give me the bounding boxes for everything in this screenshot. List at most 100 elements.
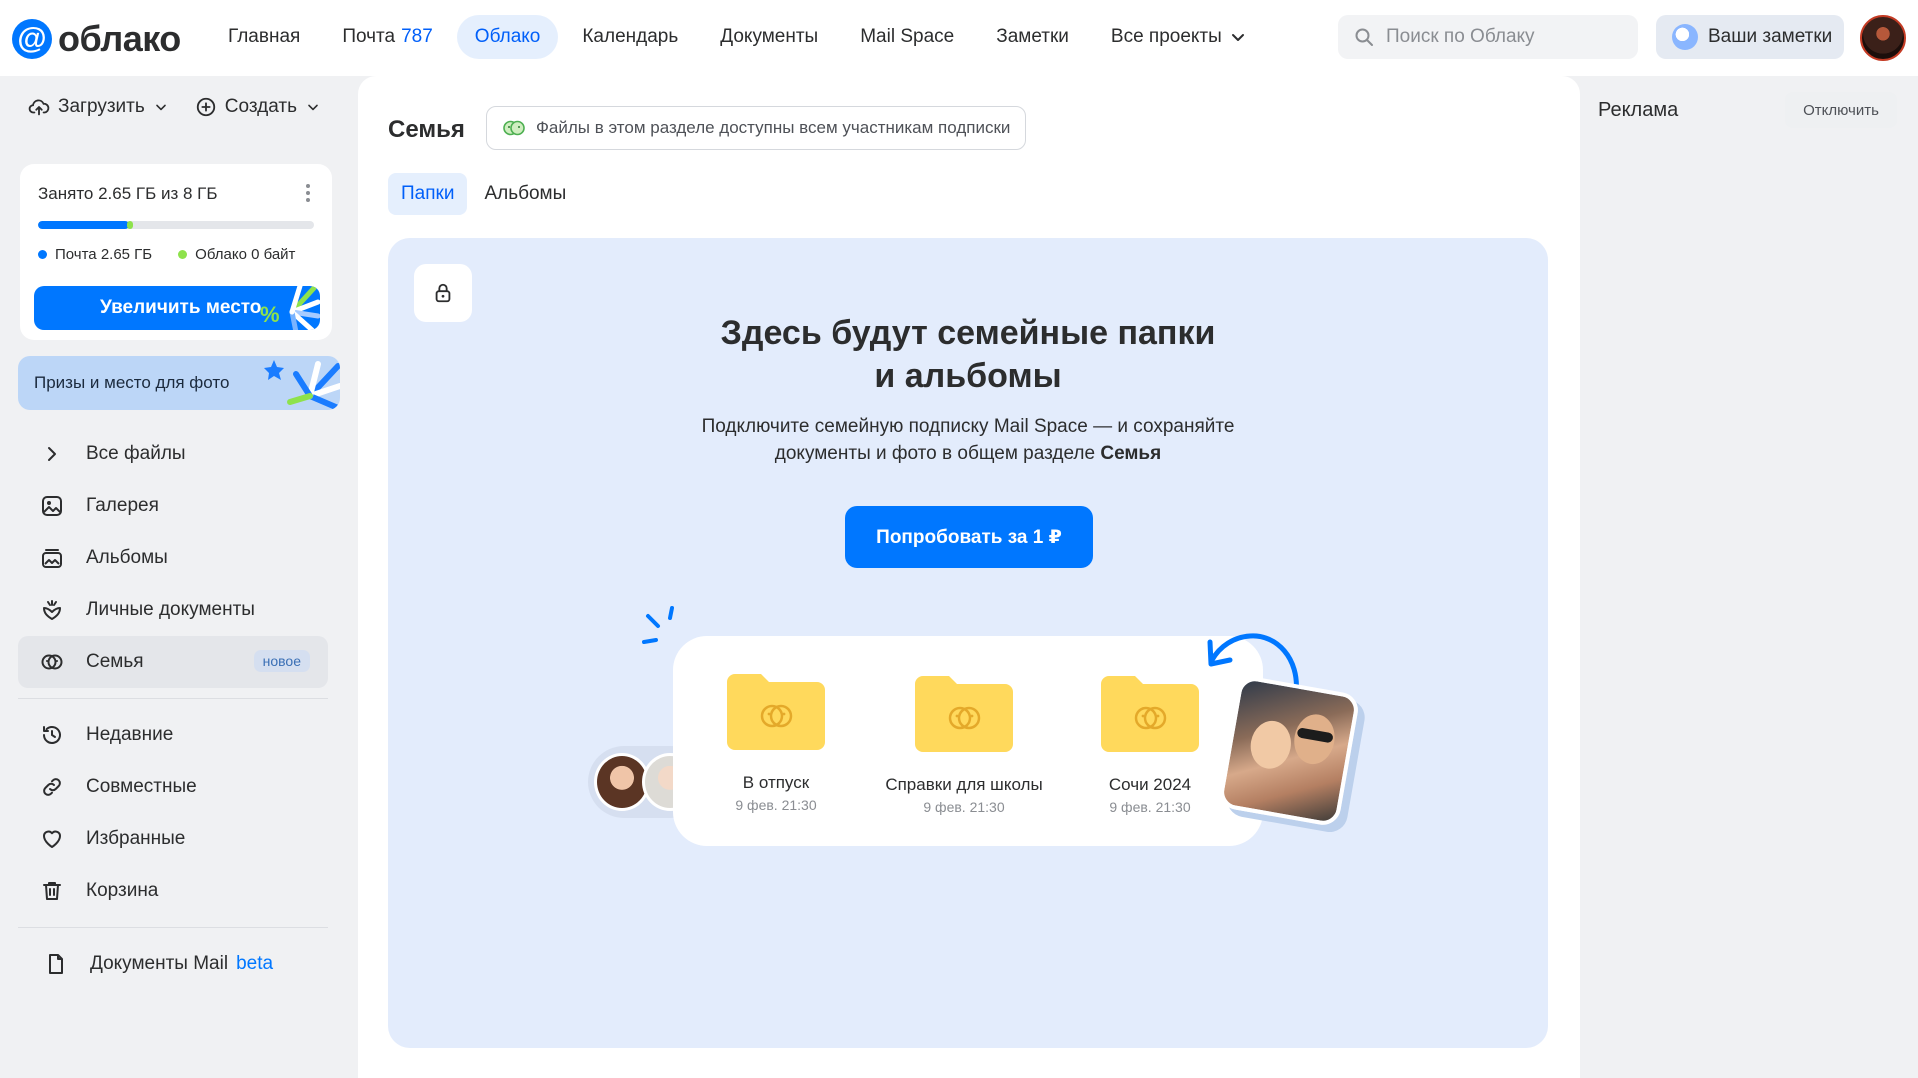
empty-sub-line2: документы и фото в общем разделе xyxy=(774,443,1096,464)
documents-icon xyxy=(43,600,61,620)
sidebar-item-albums[interactable]: Альбомы xyxy=(18,532,328,584)
upload-button[interactable]: Загрузить xyxy=(28,96,169,118)
chevron-down-icon xyxy=(155,104,166,111)
folder-date: 9 фев. 21:30 xyxy=(1109,799,1191,815)
chevron-down-icon xyxy=(308,104,318,111)
user-avatar[interactable] xyxy=(1860,15,1906,61)
sidebar-item-label: Все файлы xyxy=(86,443,186,464)
sidebar-item-label: Документы Mail beta xyxy=(90,953,273,975)
folder-name: Сочи 2024 xyxy=(1108,775,1192,794)
tabs: Папки Альбомы xyxy=(388,173,579,215)
family-icon xyxy=(41,654,63,670)
nav-calendar[interactable]: Календарь xyxy=(564,15,696,59)
file-icon xyxy=(49,954,63,974)
tab-folders[interactable]: Папки xyxy=(388,173,468,215)
sidebar-actions: Загрузить Создать xyxy=(28,96,321,118)
trash-icon xyxy=(43,882,61,900)
nav-mail-label: Почта xyxy=(342,26,396,47)
sidebar-item-label: Корзина xyxy=(86,880,159,901)
family-folder-icon xyxy=(915,676,1013,752)
sidebar-item-family[interactable]: Семья новое xyxy=(18,636,328,688)
albums-icon xyxy=(42,549,62,568)
beta-badge: beta xyxy=(236,953,274,974)
try-subscription-button[interactable]: Попробовать за 1 ₽ xyxy=(845,506,1093,568)
search-input[interactable] xyxy=(1386,26,1606,48)
plus-circle-icon xyxy=(196,97,215,117)
nav-all-projects[interactable]: Все проекты xyxy=(1093,15,1266,59)
sidebar-item-shared[interactable]: Совместные xyxy=(18,761,328,813)
logo[interactable]: @ облако xyxy=(12,18,181,60)
storage-legend: Почта 2.65 ГБ Облако 0 байт xyxy=(38,246,295,263)
more-options-icon[interactable] xyxy=(306,184,310,202)
nav-notes[interactable]: Заметки xyxy=(978,15,1087,59)
nav-mail-space[interactable]: Mail Space xyxy=(842,15,972,59)
nav-cloud[interactable]: Облако xyxy=(456,15,559,59)
new-badge: новое xyxy=(253,650,310,672)
main-panel: Семья Файлы в этом разделе доступны всем… xyxy=(358,76,1580,1078)
nav-mail[interactable]: Почта 787 xyxy=(324,15,450,59)
mail-documents-label: Документы Mail xyxy=(90,953,229,974)
nav-calendar-label: Календарь xyxy=(582,26,679,47)
increase-storage-button[interactable]: Увеличить место % xyxy=(34,286,320,330)
nav-documents[interactable]: Документы xyxy=(702,15,836,59)
search-icon xyxy=(1355,28,1373,46)
sidebar-item-personal-documents[interactable]: Личные документы xyxy=(18,584,328,636)
svg-text:%: % xyxy=(260,302,280,327)
sidebar-item-label: Личные документы xyxy=(86,599,255,620)
empty-title-line1: Здесь будут семейные папки xyxy=(720,314,1216,352)
top-header: @ облако Главная Почта 787 Облако Календа… xyxy=(0,0,1918,76)
sidebar-item-favorites[interactable]: Избранные xyxy=(18,813,328,865)
disable-ads-button[interactable]: Отключить xyxy=(1785,92,1897,128)
notes-avatar-icon xyxy=(1672,24,1698,50)
sidebar-item-trash[interactable]: Корзина xyxy=(18,865,328,917)
upload-label: Загрузить xyxy=(58,96,145,117)
folder-item: В отпуск 9 фев. 21:30 xyxy=(691,672,861,813)
couple-photo xyxy=(1217,674,1361,828)
sidebar-item-label: Галерея xyxy=(86,495,159,516)
sidebar-item-gallery[interactable]: Галерея xyxy=(18,480,328,532)
family-info-text: Файлы в этом разделе доступны всем участ… xyxy=(536,118,1011,137)
promo-burst-icon xyxy=(264,360,340,410)
empty-state-subtitle: Подключите семейную подписку Mail Space … xyxy=(388,413,1548,467)
create-button[interactable]: Создать xyxy=(195,96,321,118)
nav-notes-label: Заметки xyxy=(996,26,1069,47)
storage-progress-bar xyxy=(38,221,314,229)
family-folder-icon xyxy=(727,674,825,750)
increase-storage-label: Увеличить место xyxy=(100,297,262,318)
nav-mail-space-label: Mail Space xyxy=(860,26,955,47)
sidebar-item-label: Альбомы xyxy=(86,547,168,568)
nav-home[interactable]: Главная xyxy=(210,15,318,59)
logo-mark: @ xyxy=(12,19,52,59)
family-folder-icon xyxy=(1101,676,1199,752)
history-icon xyxy=(43,726,61,744)
search-box[interactable] xyxy=(1338,15,1638,59)
nav-documents-label: Документы xyxy=(720,26,819,47)
ad-label: Реклама xyxy=(1598,99,1679,121)
link-icon xyxy=(43,778,61,796)
sidebar-item-label: Семья xyxy=(86,651,144,672)
sample-folders-card: В отпуск 9 фев. 21:30 Справки для школы … xyxy=(673,636,1263,846)
tab-albums[interactable]: Альбомы xyxy=(471,173,579,215)
sidebar-menu: Все файлы Галерея Альбомы Личные докумен… xyxy=(18,428,328,990)
chevron-right-icon xyxy=(48,447,56,461)
sidebar-item-all-files[interactable]: Все файлы xyxy=(18,428,328,480)
create-label: Создать xyxy=(224,96,297,117)
lock-icon xyxy=(435,283,451,303)
folder-item: Справки для школы 9 фев. 21:30 xyxy=(879,674,1049,815)
nav-cloud-label: Облако xyxy=(474,26,541,47)
empty-sub-line1: Подключите семейную подписку Mail Space … xyxy=(701,416,1235,437)
legend-mail: Почта 2.65 ГБ xyxy=(38,246,152,263)
empty-sub-family: Семья xyxy=(1100,443,1162,464)
divider xyxy=(18,698,328,699)
logo-text: облако xyxy=(58,18,181,59)
prizes-promo-banner[interactable]: Призы и место для фото xyxy=(18,356,340,410)
sidebar-item-mail-documents[interactable]: Документы Mail beta xyxy=(18,938,328,990)
your-notes-button[interactable]: Ваши заметки xyxy=(1656,15,1844,59)
family-icon xyxy=(503,120,525,136)
sidebar-item-recent[interactable]: Недавние xyxy=(18,709,328,761)
gallery-icon xyxy=(42,496,62,516)
promo-label: Призы и место для фото xyxy=(34,373,230,392)
family-info-pill: Файлы в этом разделе доступны всем участ… xyxy=(486,106,1027,150)
storage-usage-text: Занято 2.65 ГБ из 8 ГБ xyxy=(38,184,218,203)
empty-state-title: Здесь будут семейные папки и альбомы xyxy=(388,312,1548,398)
